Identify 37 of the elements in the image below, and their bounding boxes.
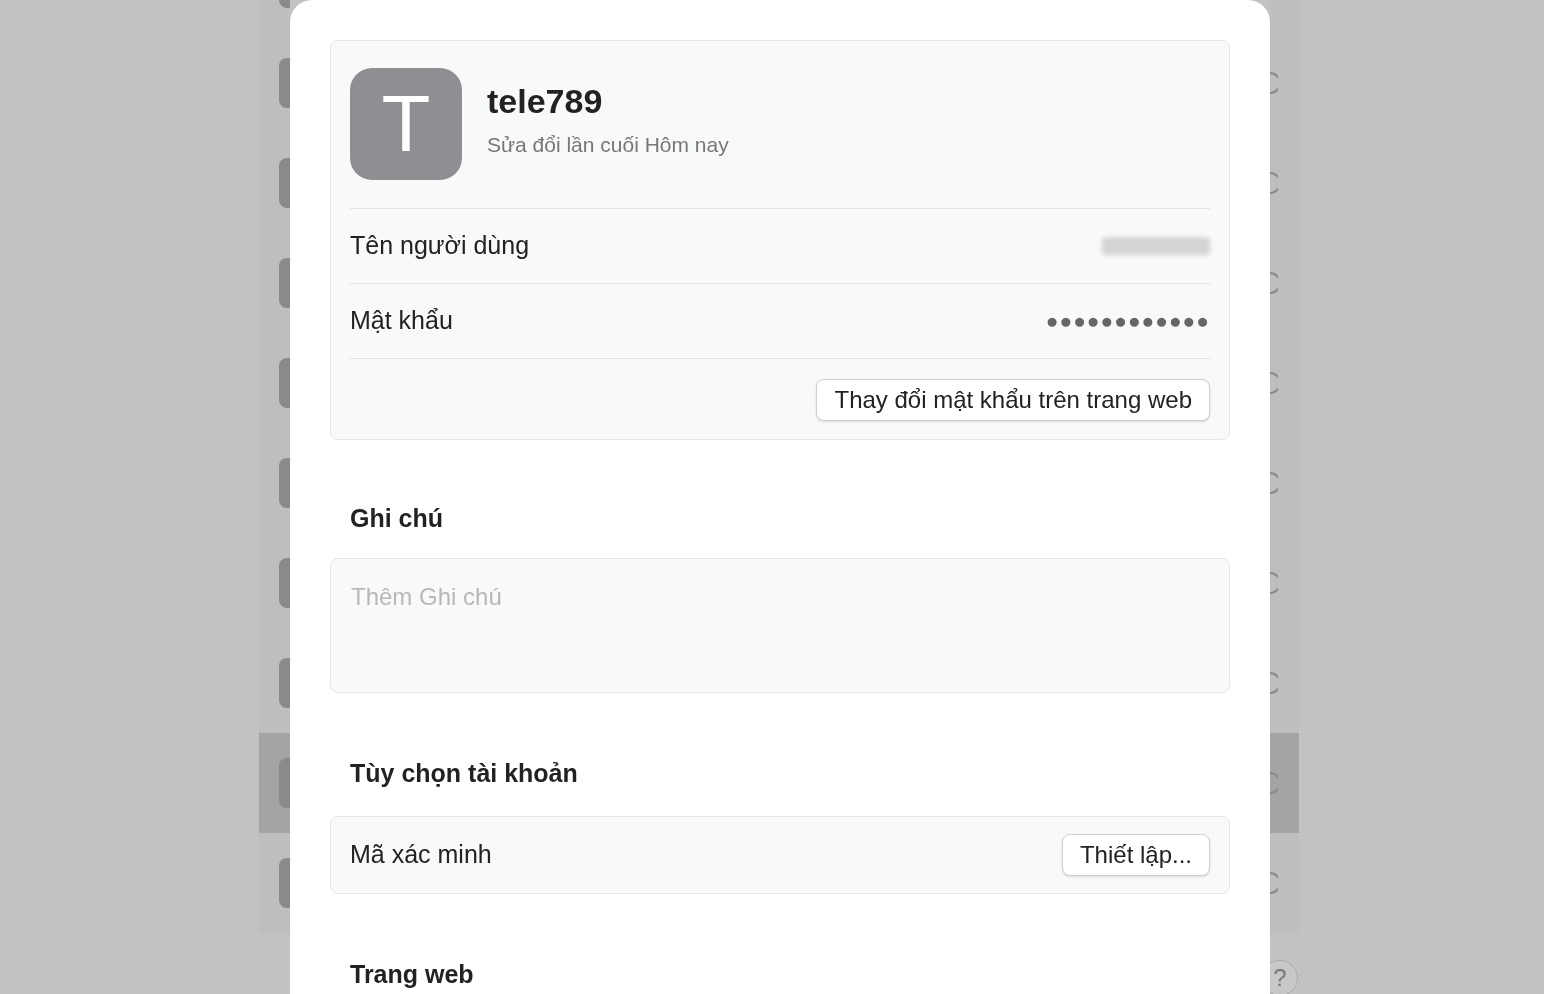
change-password-button[interactable]: Thay đổi mật khẩu trên trang web xyxy=(816,379,1210,421)
app-icon xyxy=(279,58,290,108)
app-icon xyxy=(279,158,290,208)
section-heading: Tùy chọn tài khoản xyxy=(350,757,579,789)
list-row[interactable] xyxy=(259,733,290,833)
section-heading: Ghi chú xyxy=(350,503,445,534)
option-label: Mã xác minh xyxy=(350,839,492,871)
info-icon[interactable] xyxy=(1270,271,1278,295)
notes-field[interactable]: Thêm Ghi chú xyxy=(330,557,1230,693)
account-title: tele789 xyxy=(487,81,604,122)
password-dots: ●●●●●●●●●●●● xyxy=(1045,308,1210,335)
section-heading: Trang web xyxy=(350,959,475,990)
list-row[interactable] xyxy=(1270,833,1299,933)
info-icon[interactable] xyxy=(1270,471,1278,495)
app-icon xyxy=(279,258,290,308)
avatar-tile: T xyxy=(350,68,462,180)
app-icon xyxy=(279,558,290,608)
list-row[interactable] xyxy=(1270,733,1299,833)
app-icon xyxy=(279,758,290,808)
app-icon xyxy=(279,658,290,708)
app-icon xyxy=(279,358,290,408)
info-icon[interactable] xyxy=(1270,171,1278,195)
list-row[interactable] xyxy=(259,833,290,933)
app-icon xyxy=(279,458,290,508)
info-icon[interactable] xyxy=(1270,871,1278,895)
field-label: Tên người dùng xyxy=(350,230,530,262)
modified-date: Sửa đổi lần cuối Hôm nay xyxy=(487,131,729,158)
field-label: Mật khẩu xyxy=(350,305,453,337)
list-row[interactable] xyxy=(1270,633,1299,733)
info-icon[interactable] xyxy=(1270,71,1278,95)
info-icon[interactable] xyxy=(1270,771,1278,795)
setup-button[interactable]: Thiết lập... xyxy=(1061,834,1210,876)
list-row[interactable] xyxy=(259,633,290,733)
info-icon[interactable] xyxy=(1270,371,1278,395)
info-icon[interactable] xyxy=(1270,671,1278,695)
info-icon[interactable] xyxy=(1270,571,1278,595)
app-icon xyxy=(279,858,290,908)
